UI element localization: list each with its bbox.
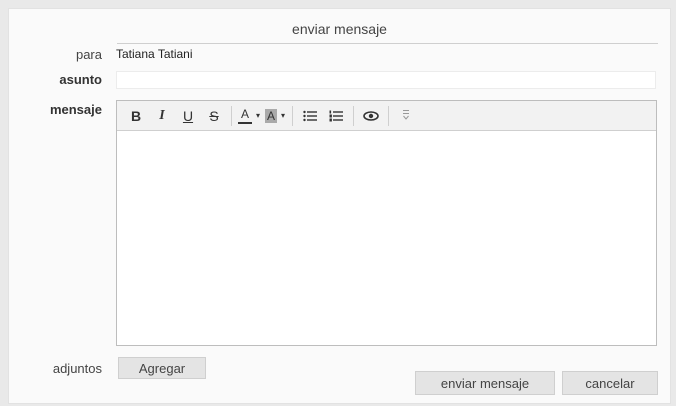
- background-color-button[interactable]: A ▾: [264, 105, 286, 127]
- strikethrough-button[interactable]: S: [203, 105, 225, 127]
- font-color-letter: A: [240, 106, 249, 121]
- message-label: mensaje: [49, 102, 102, 117]
- font-color-swatch: [238, 121, 252, 124]
- attachments-label: adjuntos: [52, 361, 102, 376]
- bold-button[interactable]: B: [125, 105, 147, 127]
- chevron-down-icon: ▾: [256, 111, 261, 120]
- more-options-icon: [403, 109, 410, 120]
- bullet-list-icon: [303, 110, 318, 121]
- dialog-title: enviar mensaje: [292, 21, 387, 37]
- toolbar-separator: [388, 105, 390, 126]
- more-options-button[interactable]: [395, 105, 417, 127]
- message-editor: B I U S A ▾ A ▾: [116, 100, 657, 346]
- italic-button[interactable]: I: [151, 105, 173, 127]
- editor-toolbar: B I U S A ▾ A ▾: [117, 101, 656, 131]
- font-color-icon: A: [238, 108, 252, 124]
- send-message-dialog: enviar mensaje para Tatiana Tatiani asun…: [8, 8, 671, 404]
- numbered-list-button[interactable]: [325, 105, 347, 127]
- bullet-list-button[interactable]: [299, 105, 321, 127]
- cancel-button[interactable]: cancelar: [562, 371, 658, 395]
- chevron-down-icon: ▾: [281, 111, 286, 120]
- eye-icon: [363, 110, 379, 121]
- message-body-editor[interactable]: [117, 131, 656, 345]
- recipient-value: Tatiana Tatiani: [116, 47, 193, 61]
- add-attachment-button[interactable]: Agregar: [118, 357, 206, 379]
- toolbar-separator: [292, 105, 294, 126]
- send-message-button[interactable]: enviar mensaje: [415, 371, 555, 395]
- title-divider: [117, 43, 658, 44]
- numbered-list-icon: [329, 110, 344, 121]
- toolbar-separator: [353, 105, 355, 126]
- to-label: para: [75, 47, 102, 62]
- preview-button[interactable]: [360, 105, 382, 127]
- subject-label: asunto: [59, 72, 102, 87]
- toolbar-separator: [231, 105, 232, 126]
- subject-input[interactable]: [116, 71, 656, 89]
- font-color-button[interactable]: A ▾: [238, 105, 260, 127]
- underline-button[interactable]: U: [177, 105, 199, 127]
- background-color-icon: A: [265, 108, 278, 123]
